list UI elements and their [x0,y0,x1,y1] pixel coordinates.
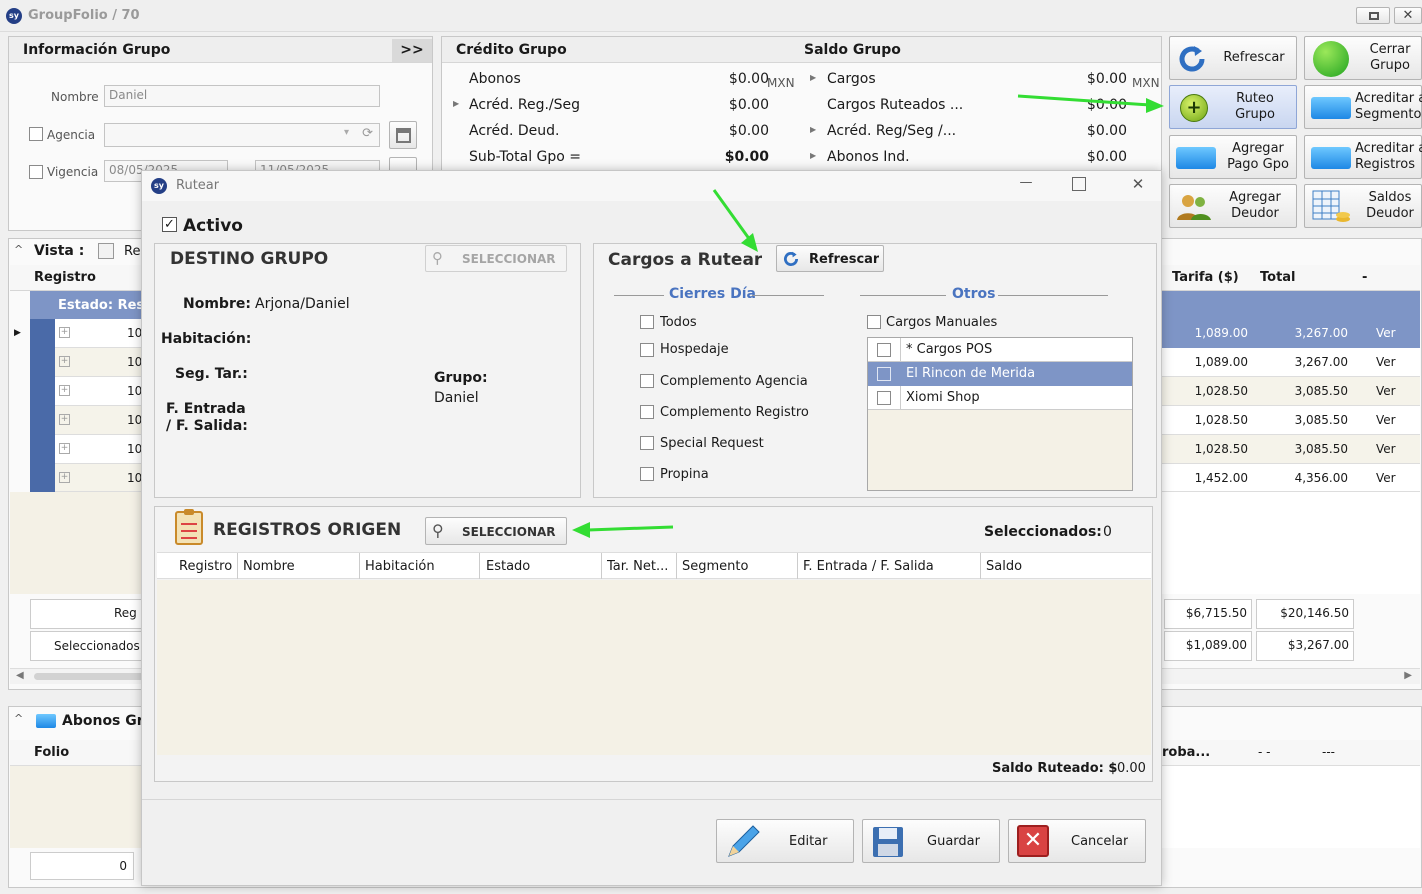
arrow-to-seleccionar-icon [572,522,674,538]
annotation-arrows [572,94,1164,538]
arrow-to-ruteo-icon [1017,94,1164,113]
arrow-to-refrescar-icon [712,189,758,252]
